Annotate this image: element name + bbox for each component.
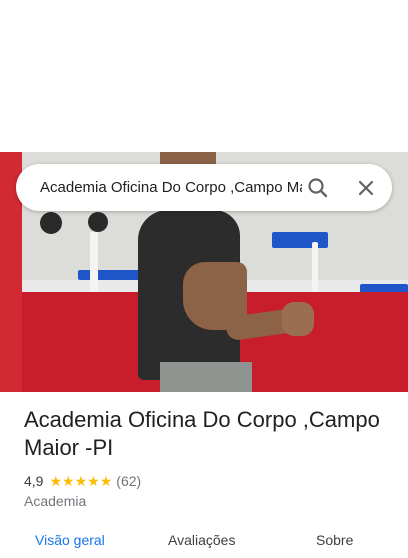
tab-overview[interactable]: Visão geral	[35, 532, 105, 548]
star-icon: ★	[99, 473, 113, 489]
map-blank-area	[0, 0, 408, 152]
photo-bench	[272, 232, 328, 248]
review-count[interactable]: (62)	[116, 473, 141, 489]
rating-row[interactable]: 4,9 ★ ★ ★ ★ ★ (62)	[24, 472, 141, 490]
clear-search-button[interactable]	[350, 172, 382, 204]
photo-person-shorts	[160, 362, 252, 392]
rating-value: 4,9	[24, 473, 44, 489]
rating-stars: ★ ★ ★ ★ ★	[49, 474, 112, 488]
star-icon: ★	[74, 473, 88, 489]
photo-rack	[90, 232, 98, 292]
search-button[interactable]	[302, 172, 334, 204]
close-icon	[358, 180, 374, 196]
search-box	[16, 164, 392, 211]
place-title: Academia Oficina Do Corpo ,Campo Maior -…	[24, 407, 380, 460]
tab-about[interactable]: Sobre	[316, 532, 353, 548]
search-input[interactable]	[40, 164, 302, 211]
star-icon: ★	[62, 473, 75, 489]
tab-reviews[interactable]: Avaliações	[168, 532, 235, 548]
photo-rack	[312, 242, 318, 294]
photo-weight-plate	[88, 212, 108, 232]
place-tabs: Visão geral Avaliações Sobre	[0, 528, 408, 558]
photo-person-fist	[282, 302, 314, 336]
place-category[interactable]: Academia	[24, 493, 86, 509]
search-icon	[308, 178, 328, 198]
star-icon: ★	[49, 473, 63, 489]
photo-weight-plate	[40, 212, 62, 234]
star-icon: ★	[87, 473, 100, 489]
